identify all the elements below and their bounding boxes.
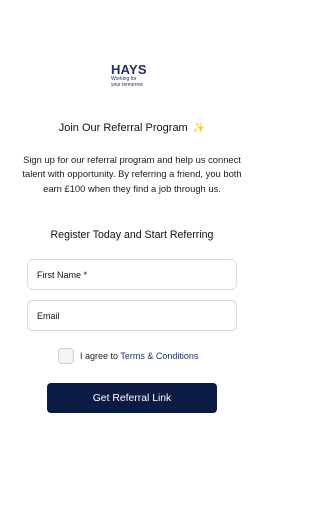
logo-tagline-line2: your tomorrow	[111, 82, 143, 88]
terms-label: I agree to Terms & Conditions	[80, 351, 198, 361]
intro-text: Sign up for our referral program and hel…	[22, 154, 242, 194]
terms-checkbox[interactable]	[58, 347, 74, 364]
logo-wordmark: HAYS	[111, 62, 147, 77]
hays-logo: HAYS Working for your tomorrow	[111, 63, 157, 91]
email-field[interactable]: Email	[27, 300, 237, 331]
first-name-placeholder: First Name *	[37, 269, 88, 280]
email-placeholder: Email	[37, 310, 60, 321]
terms-prefix: I agree to	[80, 350, 121, 361]
party-popper-icon: ✨	[192, 123, 206, 134]
terms-row: I agree to Terms & Conditions	[58, 347, 198, 364]
first-name-field[interactable]: First Name *	[27, 259, 237, 290]
terms-link[interactable]: Terms & Conditions	[120, 351, 198, 361]
form-heading: Register Today and Start Referring	[50, 229, 214, 241]
headline-text: Join Our Referral Program	[58, 122, 188, 134]
referral-page: HAYS Working for your tomorrow Join Our …	[0, 0, 264, 514]
page-headline: Join Our Referral Program ✨	[0, 121, 264, 136]
get-referral-link-button[interactable]: Get Referral Link	[47, 383, 217, 413]
